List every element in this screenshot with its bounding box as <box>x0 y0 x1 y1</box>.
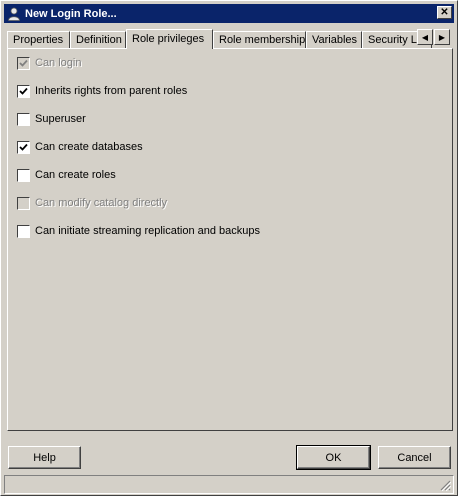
cancel-button[interactable]: Cancel <box>378 446 451 469</box>
privilege-row: Can modify catalog directly <box>17 196 167 210</box>
privilege-label: Inherits rights from parent roles <box>35 85 188 97</box>
tab-label: Role membership <box>219 34 306 46</box>
status-bar <box>4 475 454 494</box>
privilege-label: Can create databases <box>35 141 143 153</box>
cancel-button-label: Cancel <box>397 451 432 464</box>
tab-role-membership[interactable]: Role membership <box>213 31 306 49</box>
privilege-label: Can modify catalog directly <box>35 197 168 209</box>
privilege-row[interactable]: Can initiate streaming replication and b… <box>17 224 260 238</box>
privilege-checkbox[interactable] <box>17 84 30 98</box>
privilege-checkbox[interactable] <box>17 112 30 126</box>
tab-variables[interactable]: Variables <box>306 31 362 49</box>
privilege-row: Can login <box>17 56 81 70</box>
checkmark-icon <box>19 59 28 67</box>
dialog-window: New Login Role... ✕ Properties Definitio… <box>0 0 458 496</box>
privilege-checkbox[interactable] <box>17 224 30 238</box>
tab-label: Variables <box>312 34 358 46</box>
privilege-row[interactable]: Can create databases <box>17 140 143 154</box>
tab-label: Definition <box>76 34 122 46</box>
tab-label: Properties <box>13 34 64 46</box>
help-button-label: Help <box>33 451 56 464</box>
privilege-row[interactable]: Inherits rights from parent roles <box>17 84 187 98</box>
role-privileges-panel: Can login Inherits rights from parent rol… <box>7 48 453 431</box>
checkmark-icon <box>19 143 28 151</box>
checkmark-icon <box>19 87 28 95</box>
tab-properties[interactable]: Properties <box>7 31 70 49</box>
resize-grip-icon[interactable] <box>439 479 451 491</box>
title-bar[interactable]: New Login Role... ✕ <box>4 4 454 23</box>
ok-button-label: OK <box>325 451 342 464</box>
ok-button[interactable]: OK <box>296 445 371 470</box>
help-button[interactable]: Help <box>8 446 81 469</box>
tab-definition[interactable]: Definition <box>70 31 126 49</box>
privilege-label: Can initiate streaming replication and b… <box>35 225 261 237</box>
tab-scroll-left-icon[interactable]: ◀ <box>417 29 433 45</box>
tab-strip: Properties Definition Role privileges Ro… <box>7 29 453 49</box>
privilege-label: Can create roles <box>35 169 116 181</box>
user-icon <box>7 7 21 21</box>
tab-scroll-right-icon[interactable]: ▶ <box>434 29 450 45</box>
privilege-label: Superuser <box>35 113 86 125</box>
privilege-checkbox <box>17 196 30 210</box>
privilege-row[interactable]: Can create roles <box>17 168 116 182</box>
tab-role-privileges[interactable]: Role privileges <box>126 29 213 49</box>
privilege-checkbox[interactable] <box>17 140 30 154</box>
privilege-row[interactable]: Superuser <box>17 112 86 126</box>
window-title: New Login Role... <box>25 7 117 20</box>
privilege-checkbox[interactable] <box>17 168 30 182</box>
privilege-label: Can login <box>35 57 82 69</box>
privilege-checkbox <box>17 56 30 70</box>
tab-label: Role privileges <box>132 33 205 45</box>
close-icon[interactable]: ✕ <box>437 6 452 19</box>
